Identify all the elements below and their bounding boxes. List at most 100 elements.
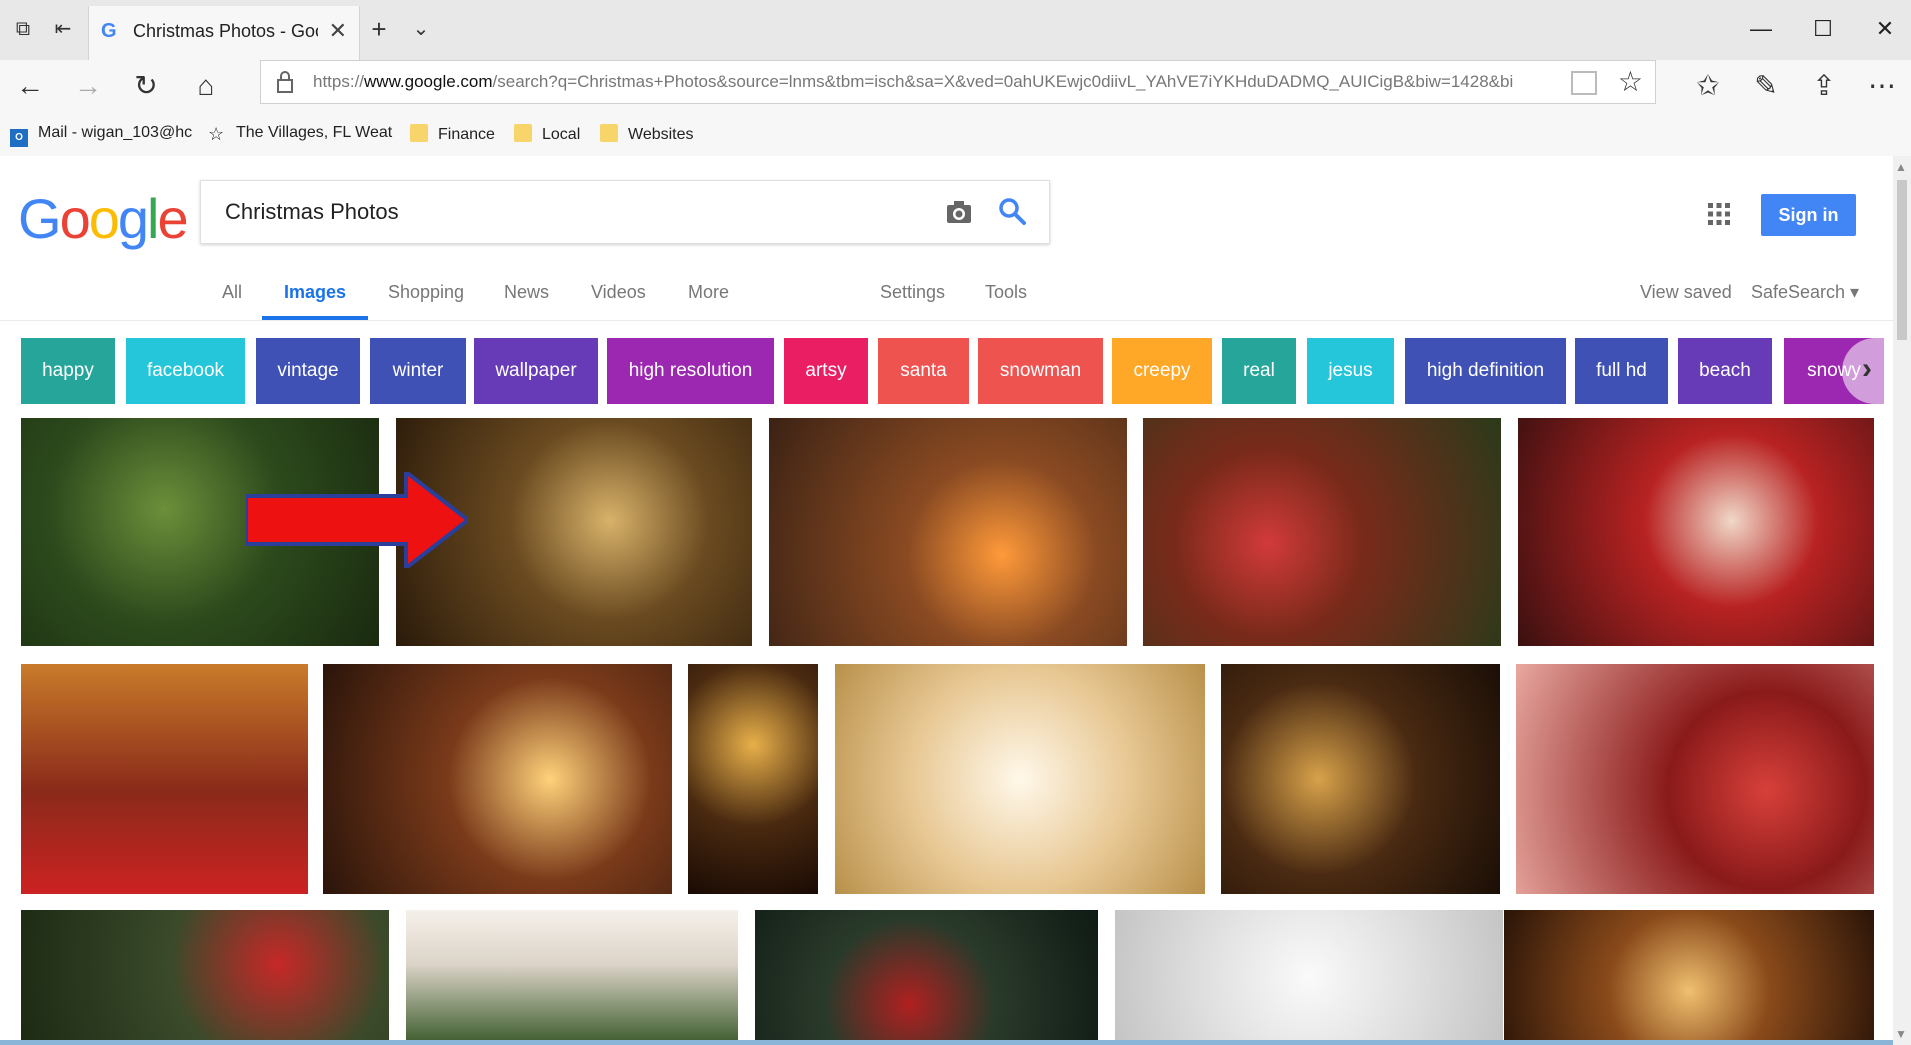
bookmark-local[interactable]: Local bbox=[514, 124, 580, 146]
image-result-red-bauble-closeup[interactable] bbox=[1516, 664, 1874, 894]
image-result-santa-in-forest[interactable] bbox=[755, 910, 1098, 1045]
favorites-hub-icon[interactable]: ✩ bbox=[1690, 68, 1726, 104]
folder-icon bbox=[600, 124, 618, 142]
tabs-divider bbox=[0, 320, 1911, 321]
web-note-icon[interactable]: ✎ bbox=[1748, 68, 1784, 104]
tab-images[interactable]: Images bbox=[262, 274, 369, 320]
address-bar[interactable]: https://www.google.com/search?q=Christma… bbox=[260, 60, 1656, 104]
browser-window: ⧉ ⇤ G Christmas Photos - Goo ✕ + ⌄ — ☐ ✕… bbox=[0, 0, 1911, 1045]
tab-settings[interactable]: Settings bbox=[880, 274, 945, 320]
tab-news[interactable]: News bbox=[504, 274, 549, 320]
set-aside-tabs-icon[interactable]: ⇤ bbox=[50, 16, 76, 42]
browser-tab[interactable]: G Christmas Photos - Goo ✕ bbox=[88, 6, 360, 60]
bookmark-mail[interactable]: O Mail - wigan_103@hc bbox=[10, 124, 192, 147]
tab-more[interactable]: More bbox=[688, 274, 729, 320]
tab-bar: ⧉ ⇤ G Christmas Photos - Goo ✕ + ⌄ — ☐ ✕ bbox=[0, 0, 1911, 60]
bookmark-finance[interactable]: Finance bbox=[410, 124, 495, 146]
chip-real[interactable]: real bbox=[1222, 338, 1296, 404]
search-input[interactable]: Christmas Photos bbox=[225, 199, 399, 225]
maximize-icon[interactable]: ☐ bbox=[1808, 14, 1838, 44]
image-result-children-by-tree[interactable] bbox=[688, 664, 818, 894]
close-window-icon[interactable]: ✕ bbox=[1870, 14, 1900, 44]
chip-jesus[interactable]: jesus bbox=[1307, 338, 1394, 404]
logo-letter: o bbox=[59, 187, 91, 250]
share-icon[interactable]: ⇪ bbox=[1806, 68, 1842, 104]
camera-search-icon[interactable] bbox=[945, 199, 973, 225]
favorites-bar: O Mail - wigan_103@hc ☆ The Villages, FL W… bbox=[0, 112, 1911, 156]
close-tab-icon[interactable]: ✕ bbox=[329, 18, 347, 44]
page-scrollbar[interactable]: ▲ ▼ bbox=[1893, 156, 1911, 1045]
chevron-right-icon: › bbox=[1862, 352, 1872, 385]
red-annotation-arrow bbox=[246, 472, 468, 568]
chip-snowman[interactable]: snowman bbox=[978, 338, 1103, 404]
tab-list-chevron-icon[interactable]: ⌄ bbox=[408, 16, 434, 42]
minimize-icon[interactable]: — bbox=[1746, 14, 1776, 44]
image-result-santa-claus[interactable] bbox=[1518, 418, 1874, 646]
folder-icon bbox=[514, 124, 532, 142]
image-result-snowman-ornament-bokeh[interactable] bbox=[1504, 910, 1874, 1045]
image-result-christmas-stockings[interactable] bbox=[21, 664, 308, 894]
home-icon[interactable]: ⌂ bbox=[188, 68, 224, 104]
chip-wallpaper[interactable]: wallpaper bbox=[474, 338, 598, 404]
status-strip bbox=[0, 1040, 1893, 1045]
image-result-red-swirl-ornament[interactable] bbox=[1143, 418, 1501, 646]
google-images-page: Google Christmas Photos Sign in All Imag… bbox=[0, 156, 1911, 1045]
star-icon: ☆ bbox=[208, 124, 225, 144]
chip-creepy[interactable]: creepy bbox=[1112, 338, 1212, 404]
tab-preview-icon[interactable]: ⧉ bbox=[10, 16, 36, 42]
view-saved-link[interactable]: View saved bbox=[1640, 274, 1732, 320]
chip-facebook[interactable]: facebook bbox=[126, 338, 245, 404]
apps-grid-icon[interactable] bbox=[1707, 202, 1731, 226]
chip-vintage[interactable]: vintage bbox=[256, 338, 360, 404]
image-result-tree-and-fireplace[interactable] bbox=[1221, 664, 1500, 894]
logo-letter: l bbox=[147, 187, 160, 250]
logo-letter: o bbox=[88, 187, 120, 250]
related-search-chips: happy facebook vintage winter wallpaper high … bbox=[0, 338, 1911, 404]
outlook-icon: O bbox=[10, 129, 28, 147]
image-result-candy-canes-garland[interactable] bbox=[406, 910, 738, 1045]
forward-icon[interactable]: → bbox=[70, 68, 106, 104]
tab-tools[interactable]: Tools bbox=[985, 274, 1027, 320]
chip-full-hd[interactable]: full hd bbox=[1575, 338, 1668, 404]
chip-santa[interactable]: santa bbox=[878, 338, 969, 404]
back-icon[interactable]: ← bbox=[12, 68, 48, 104]
chip-high-definition[interactable]: high definition bbox=[1405, 338, 1566, 404]
google-logo[interactable]: Google bbox=[18, 186, 189, 251]
logo-letter: e bbox=[157, 187, 188, 250]
image-result-silver-bokeh[interactable] bbox=[1115, 910, 1503, 1045]
logo-letter: G bbox=[18, 187, 62, 250]
search-box[interactable]: Christmas Photos bbox=[200, 180, 1050, 244]
bookmark-villages-weather[interactable]: ☆ The Villages, FL Weat bbox=[208, 124, 392, 146]
chip-artsy[interactable]: artsy bbox=[784, 338, 868, 404]
safesearch-dropdown[interactable]: SafeSearch ▾ bbox=[1751, 274, 1859, 320]
url-text: https://www.google.com/search?q=Christma… bbox=[313, 72, 1513, 91]
reading-view-icon[interactable] bbox=[1571, 71, 1597, 95]
chip-winter[interactable]: winter bbox=[370, 338, 466, 404]
tab-all[interactable]: All bbox=[222, 274, 242, 320]
image-result-decorated-living-room[interactable] bbox=[323, 664, 672, 894]
favorite-star-icon[interactable]: ☆ bbox=[1618, 65, 1643, 98]
chip-high-resolution[interactable]: high resolution bbox=[607, 338, 774, 404]
folder-icon bbox=[410, 124, 428, 142]
lock-icon bbox=[277, 71, 293, 93]
chip-beach[interactable]: beach bbox=[1678, 338, 1772, 404]
scroll-down-icon[interactable]: ▼ bbox=[1895, 1027, 1907, 1041]
more-options-icon[interactable]: ⋯ bbox=[1864, 68, 1900, 104]
tab-videos[interactable]: Videos bbox=[591, 274, 646, 320]
scroll-up-icon[interactable]: ▲ bbox=[1895, 160, 1907, 174]
new-tab-icon[interactable]: + bbox=[366, 16, 392, 42]
search-tabs: All Images Shopping News Videos More Set… bbox=[0, 274, 1911, 320]
sign-in-button[interactable]: Sign in bbox=[1761, 194, 1856, 236]
image-result-fireplace-christmas-tree[interactable] bbox=[769, 418, 1127, 646]
tab-title: Christmas Photos - Goo bbox=[133, 21, 318, 41]
refresh-icon[interactable]: ↻ bbox=[128, 68, 164, 104]
logo-letter: g bbox=[117, 187, 149, 250]
chip-happy[interactable]: happy bbox=[21, 338, 115, 404]
tab-shopping[interactable]: Shopping bbox=[388, 274, 464, 320]
bookmark-websites[interactable]: Websites bbox=[600, 124, 694, 146]
search-icon[interactable] bbox=[997, 196, 1027, 226]
image-result-snowman-illustration[interactable] bbox=[835, 664, 1205, 894]
image-result-tree-branch-bauble[interactable] bbox=[21, 910, 389, 1045]
scroll-thumb[interactable] bbox=[1897, 180, 1907, 340]
google-favicon-icon: G bbox=[101, 20, 117, 42]
